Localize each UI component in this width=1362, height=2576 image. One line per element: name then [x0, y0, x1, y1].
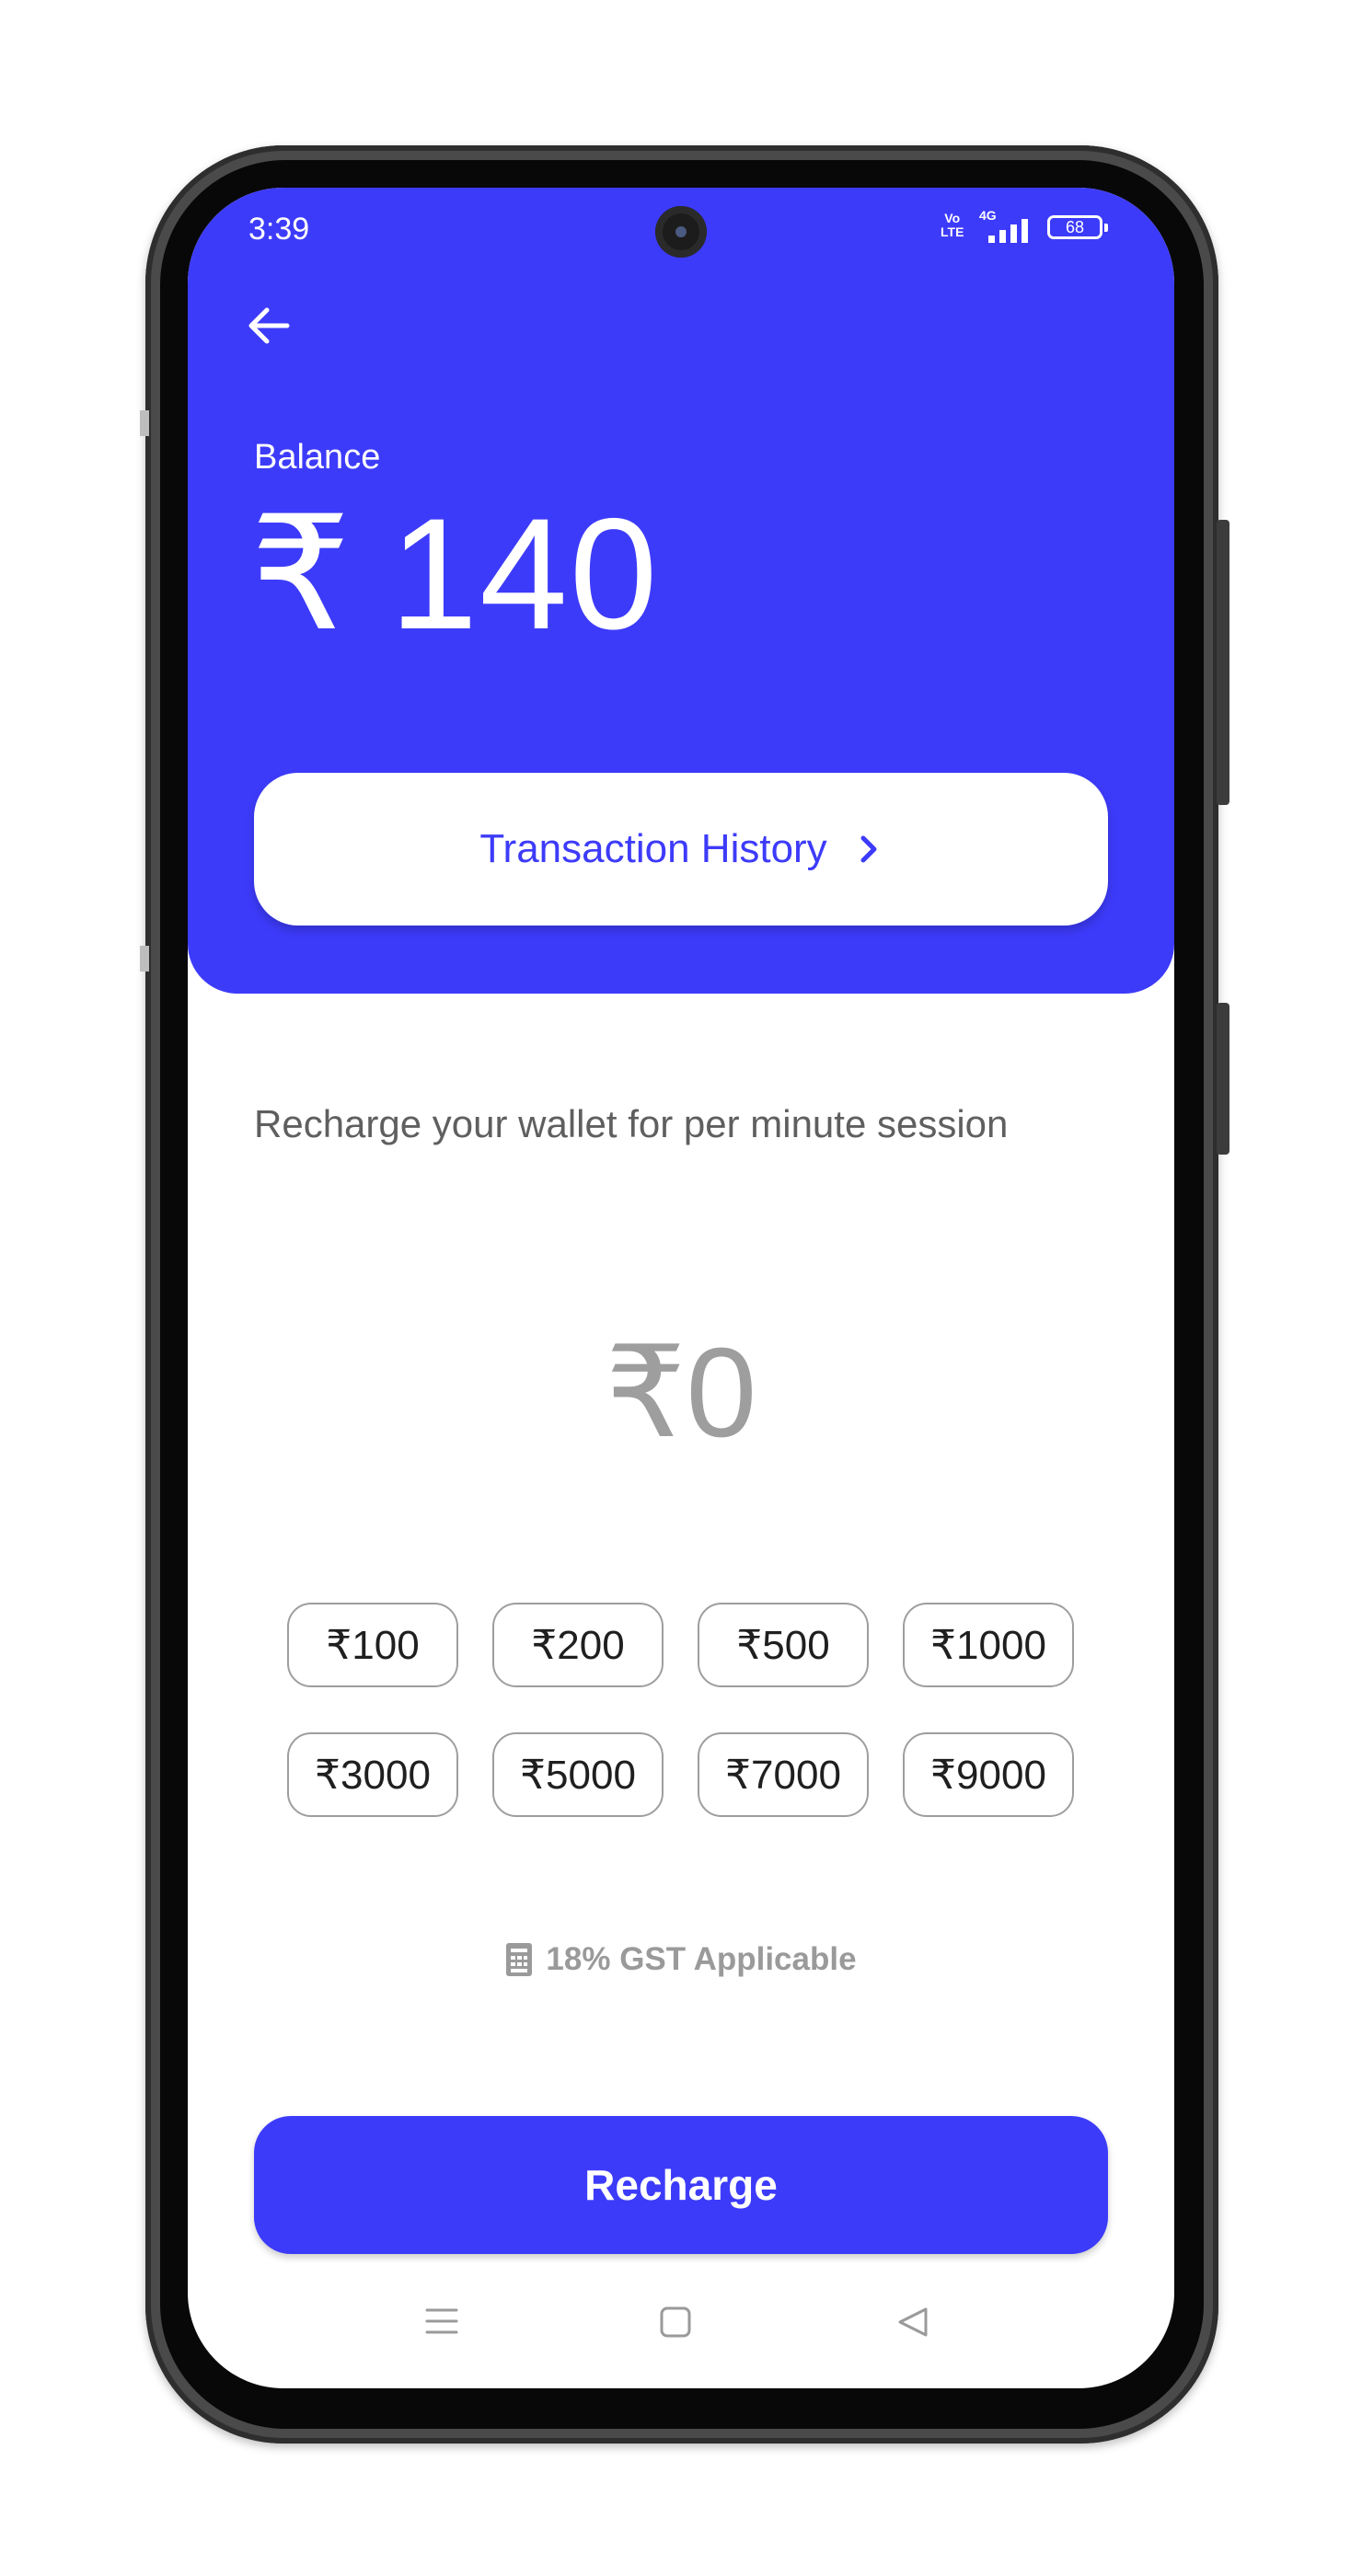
- back-button[interactable]: [239, 296, 298, 355]
- frame-mark: [140, 410, 149, 436]
- arrow-left-icon: [248, 307, 290, 344]
- currency-symbol: ₹: [250, 486, 353, 662]
- amount-chip[interactable]: ₹5000: [492, 1732, 664, 1817]
- amount-chip[interactable]: ₹1000: [903, 1603, 1074, 1687]
- gst-note: 18% GST Applicable: [188, 1941, 1174, 1978]
- battery-icon: 68: [1047, 215, 1108, 239]
- amount-chip[interactable]: ₹3000: [287, 1732, 458, 1817]
- volte-icon: Vo LTE: [941, 211, 964, 239]
- chevron-right-icon: [860, 835, 877, 863]
- amount-display[interactable]: ₹0: [188, 1315, 1174, 1471]
- status-time: 3:39: [248, 212, 310, 247]
- home-square-icon[interactable]: [659, 2306, 692, 2339]
- balance-amount: 140: [389, 486, 660, 662]
- recharge-description: Recharge your wallet for per minute sess…: [254, 1102, 1009, 1145]
- wallet-header: 3:39 Vo LTE 4G 68 Balance ₹140 Transactio…: [188, 188, 1174, 994]
- amount-chip[interactable]: ₹500: [698, 1603, 869, 1687]
- menu-icon[interactable]: [423, 2306, 460, 2337]
- front-camera: [655, 206, 707, 258]
- volume-button: [1217, 1003, 1229, 1155]
- signal-icon: [988, 219, 1034, 243]
- amount-chip[interactable]: ₹9000: [903, 1732, 1074, 1817]
- transaction-history-label: Transaction History: [479, 826, 827, 871]
- back-triangle-icon[interactable]: [895, 2306, 931, 2339]
- balance-value: ₹140: [250, 482, 659, 666]
- receipt-icon: [506, 1943, 533, 1976]
- status-icons: Vo LTE 4G 68: [941, 208, 1115, 247]
- gst-text: 18% GST Applicable: [546, 1941, 857, 1977]
- amount-chip[interactable]: ₹200: [492, 1603, 664, 1687]
- amount-chip[interactable]: ₹7000: [698, 1732, 869, 1817]
- frame-mark: [140, 946, 149, 972]
- recharge-button[interactable]: Recharge: [254, 2116, 1108, 2254]
- balance-label: Balance: [254, 438, 381, 477]
- app-screen: 3:39 Vo LTE 4G 68 Balance ₹140 Transactio…: [188, 188, 1174, 2388]
- amount-chip[interactable]: ₹100: [287, 1603, 458, 1687]
- power-button: [1217, 520, 1229, 805]
- transaction-history-button[interactable]: Transaction History: [254, 773, 1108, 926]
